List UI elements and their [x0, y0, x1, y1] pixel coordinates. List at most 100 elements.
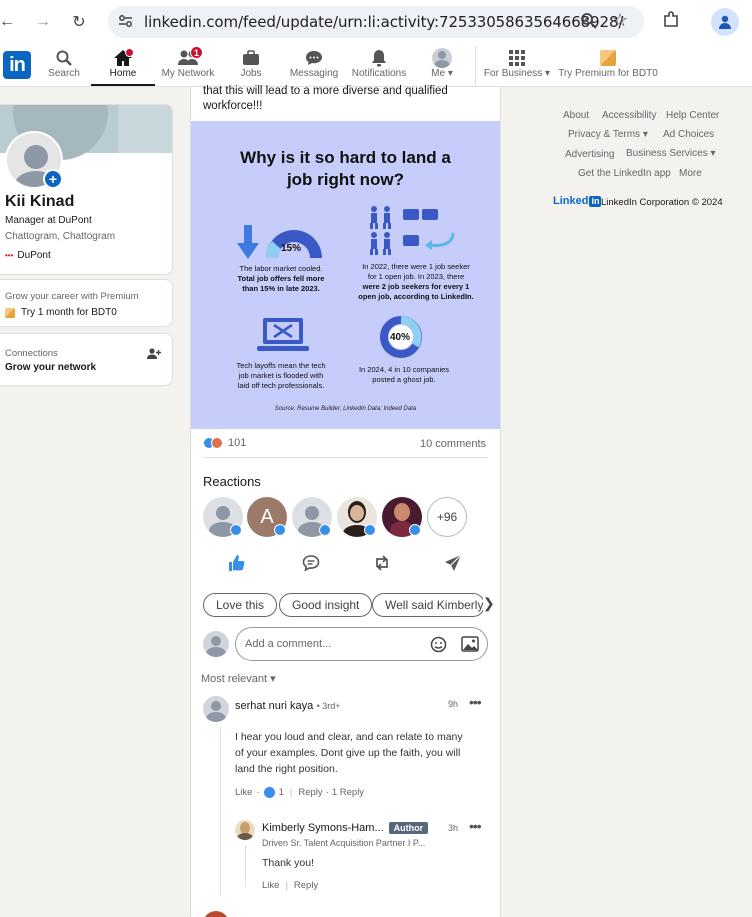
comment-body: land the right position.: [235, 763, 338, 775]
privacy-label: Privacy & Terms: [568, 129, 641, 140]
thumbs-up-icon: [229, 555, 245, 571]
comment-input[interactable]: Add a comment...: [235, 627, 488, 661]
linkedin-logo[interactable]: in: [3, 51, 31, 79]
home-notification-dot: [125, 48, 134, 57]
commenter-avatar[interactable]: [203, 911, 229, 917]
profile-headline: Manager at DuPont: [5, 215, 92, 226]
down-arrow-icon: [237, 225, 259, 262]
nav-home[interactable]: Home: [91, 48, 155, 86]
sort-dropdown[interactable]: Most relevant ▾: [201, 672, 276, 685]
comment-replies-link[interactable]: 1 Reply: [332, 787, 364, 798]
comment-thread-line: [220, 727, 221, 897]
people-icon: 1: [178, 46, 203, 68]
nav-messaging[interactable]: Messaging: [290, 48, 338, 86]
comment-button[interactable]: [302, 554, 320, 575]
connections-label: Connections: [5, 348, 58, 359]
site-settings-icon[interactable]: [118, 14, 134, 31]
address-bar[interactable]: linkedin.com/feed/update/urn:li:activity…: [108, 6, 644, 38]
commenter-avatar[interactable]: [203, 696, 229, 722]
footer-link-get-app[interactable]: Get the LinkedIn app: [578, 168, 671, 179]
premium-card[interactable]: Grow your career with Premium Try 1 mont…: [0, 279, 173, 327]
nav-label-my-network: My Network: [161, 68, 215, 79]
profile-icon[interactable]: [711, 8, 739, 36]
image-icon[interactable]: [461, 636, 479, 655]
premium-try-link[interactable]: Try 1 month for BDT0: [5, 307, 117, 318]
footer-link-accessibility[interactable]: Accessibility: [602, 110, 656, 121]
forward-icon[interactable]: →: [30, 9, 56, 35]
comment-body: I hear you loud and clear, and can relat…: [235, 731, 463, 743]
nav-me[interactable]: Me ▾: [428, 48, 456, 86]
repost-button[interactable]: [373, 554, 391, 575]
footer-link-business-services[interactable]: Business Services ▾: [626, 148, 716, 159]
more-options-icon[interactable]: •••: [469, 694, 482, 710]
repost-icon: [376, 555, 388, 571]
chevron-right-icon[interactable]: ❯: [483, 595, 497, 612]
comment-time: 9h: [448, 699, 459, 709]
like-button[interactable]: [227, 554, 245, 575]
footer-link-ad-choices[interactable]: Ad Choices: [663, 129, 714, 140]
commenter-name-text: serhat nuri kaya: [235, 700, 314, 712]
comment-like-button[interactable]: Like: [262, 880, 279, 891]
nav-label-search: Search: [48, 68, 80, 79]
caret-down-icon: ▾: [640, 129, 648, 140]
comment-body: Thank you!: [262, 857, 314, 869]
comments-count[interactable]: 10 comments: [420, 438, 486, 450]
reaction-count[interactable]: 101: [203, 437, 246, 449]
me-avatar: [432, 48, 452, 68]
footer-link-help[interactable]: Help Center: [666, 110, 719, 121]
zoom-icon[interactable]: [580, 12, 598, 33]
reload-icon[interactable]: ↻: [66, 9, 92, 35]
reply-author[interactable]: Kimberly Symons-Ham... Author: [262, 822, 429, 834]
more-options-icon[interactable]: •••: [469, 818, 482, 834]
bookmark-star-icon[interactable]: ☆: [612, 10, 628, 31]
more-reactors-button[interactable]: +96: [427, 497, 467, 537]
like-reaction-icon: [230, 524, 242, 536]
nav-label-premium: Try Premium for BDT0: [558, 68, 658, 79]
nav-search[interactable]: Search: [46, 48, 82, 86]
post-infographic[interactable]: Why is it so hard to land a job right no…: [191, 121, 500, 429]
reactions-heading: Reactions: [203, 474, 261, 489]
footer-link-about[interactable]: About: [563, 110, 589, 121]
profile-company[interactable]: ••• DuPont: [5, 250, 51, 261]
nav-notifications[interactable]: Notifications: [351, 48, 407, 86]
profile-location: Chattogram, Chattogram: [5, 231, 116, 242]
stat-15-percent: 15%: [281, 243, 302, 254]
back-icon[interactable]: ←: [0, 9, 20, 35]
nav-for-business[interactable]: For Business ▾: [484, 48, 550, 86]
comment-reply-button[interactable]: Reply: [294, 880, 318, 891]
profile-name[interactable]: Kii Kinad: [5, 193, 74, 211]
footer-link-privacy[interactable]: Privacy & Terms ▾: [568, 129, 648, 140]
grow-network-label: Grow your network: [5, 362, 97, 373]
send-button[interactable]: [444, 554, 462, 575]
connections-card[interactable]: Connections Grow your network: [0, 333, 173, 386]
commenter-name[interactable]: serhat nuri kaya • 3rd+: [235, 698, 341, 712]
emoji-icon[interactable]: [430, 636, 447, 656]
linkedin-in-icon: in: [589, 195, 602, 207]
infographic-caption: In 2024, 4 in 10 companies: [358, 365, 450, 374]
add-connection-icon[interactable]: [147, 348, 161, 363]
nav-try-premium[interactable]: Try Premium for BDT0: [558, 48, 658, 86]
like-reaction-icon: [364, 524, 376, 536]
suggestion-chip[interactable]: Good insight: [279, 593, 373, 617]
footer-link-more[interactable]: More: [679, 168, 702, 179]
nav-label-home: Home: [109, 68, 137, 79]
extensions-icon[interactable]: [662, 11, 680, 32]
commenter-avatar[interactable]: [235, 820, 255, 840]
comment-time: 3h: [448, 823, 459, 833]
comment-like-count[interactable]: 1: [279, 787, 284, 798]
browser-toolbar: ← → ↻ linkedin.com/feed/update/urn:li:ac…: [0, 0, 752, 44]
premium-try-label: Try 1 month for BDT0: [21, 307, 117, 318]
reaction-count-text: 101: [228, 437, 247, 449]
infographic-caption: The labor market cooled.: [239, 264, 323, 273]
add-photo-icon[interactable]: +: [43, 169, 63, 189]
comment-like-button[interactable]: Like: [235, 787, 252, 798]
infographic-title: Why is it so hard to land a: [240, 148, 451, 167]
suggestion-chip[interactable]: Well said Kimberly: [372, 593, 485, 617]
nav-jobs[interactable]: Jobs: [236, 48, 266, 86]
nav-my-network[interactable]: 1 My Network: [160, 46, 216, 86]
business-services-label: Business Services: [626, 148, 708, 159]
nav-label-me: Me: [431, 68, 446, 79]
footer-link-advertising[interactable]: Advertising: [565, 149, 614, 160]
comment-reply-button[interactable]: Reply: [298, 787, 322, 798]
suggestion-chip[interactable]: Love this: [203, 593, 278, 617]
